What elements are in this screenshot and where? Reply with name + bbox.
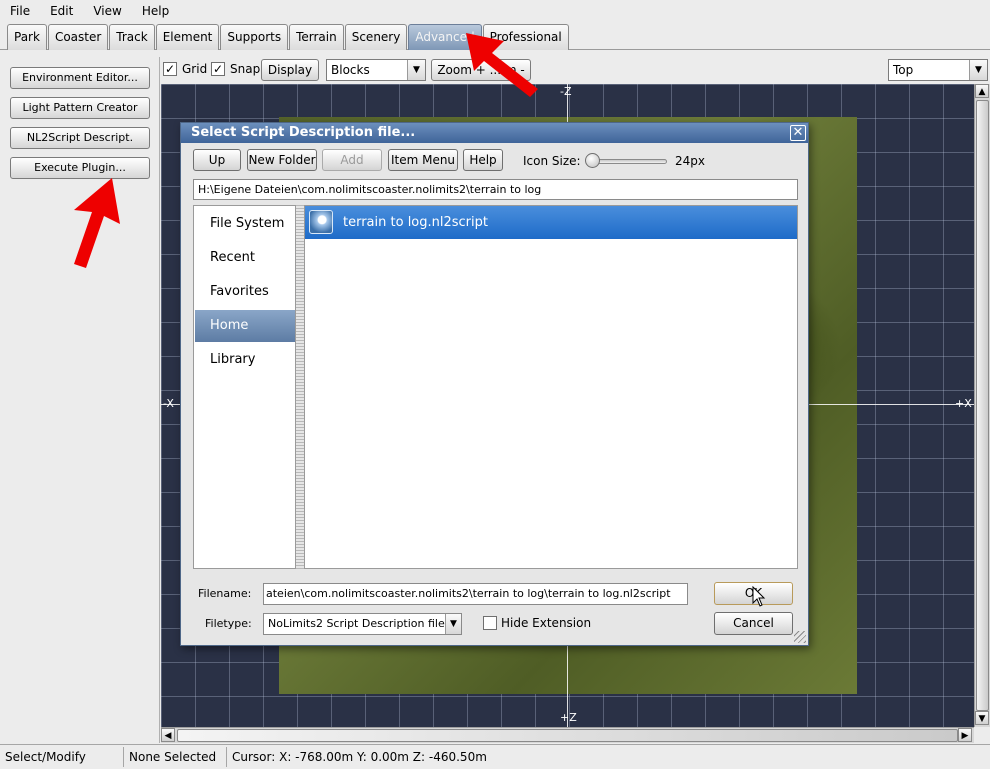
mode-select[interactable]: Blocks ▼ xyxy=(326,59,426,81)
dialog-titlebar[interactable]: Select Script Description file... ✕ xyxy=(181,123,808,143)
close-icon[interactable]: ✕ xyxy=(790,125,806,141)
filename-input[interactable]: ateien\com.nolimitscoaster.nolimits2\ter… xyxy=(263,583,688,605)
advanced-tools-panel: Environment Editor... Light Pattern Crea… xyxy=(0,57,160,743)
filetype-value: NoLimits2 Script Description file xyxy=(268,617,445,630)
icon-size-slider-track[interactable] xyxy=(593,159,667,164)
filetype-label: Filetype: xyxy=(205,617,252,630)
snap-label: Snap xyxy=(230,62,261,76)
scroll-up-icon[interactable]: ▲ xyxy=(975,84,989,98)
icon-size-label: Icon Size: xyxy=(523,154,581,168)
axis-label-right: +X xyxy=(955,397,972,410)
display-button[interactable]: Display xyxy=(261,59,319,81)
horizontal-scroll-thumb[interactable] xyxy=(177,729,958,742)
grid-checkbox[interactable]: ✓ xyxy=(163,62,177,76)
view-toolbar: ✓ Grid ✓ Snap Display Blocks ▼ Zoom + ..… xyxy=(161,57,990,83)
dialog-title: Select Script Description file... xyxy=(191,125,416,140)
place-file-system[interactable]: File System xyxy=(195,208,295,240)
tab-track[interactable]: Track xyxy=(109,24,155,50)
view-select-value: Top xyxy=(893,63,914,77)
file-name: terrain to log.nl2script xyxy=(343,215,488,230)
file-list: terrain to log.nl2script xyxy=(304,205,798,569)
chevron-down-icon: ▼ xyxy=(407,60,425,80)
scroll-left-icon[interactable]: ◀ xyxy=(161,728,175,742)
annotation-arrow-icon xyxy=(74,178,120,268)
tab-supports[interactable]: Supports xyxy=(220,24,289,50)
horizontal-scrollbar[interactable]: ◀ ▶ xyxy=(161,727,974,743)
cancel-button[interactable]: Cancel xyxy=(714,612,793,635)
status-bar: Select/Modify None Selected Cursor: X: -… xyxy=(0,744,990,769)
vertical-scroll-thumb[interactable] xyxy=(976,100,989,711)
menu-help[interactable]: Help xyxy=(132,0,179,22)
mode-select-value: Blocks xyxy=(331,63,370,77)
status-mode: Select/Modify xyxy=(0,747,124,767)
script-file-icon xyxy=(309,210,333,234)
menu-file[interactable]: File xyxy=(0,0,40,22)
hide-extension-label: Hide Extension xyxy=(501,616,592,630)
pane-splitter[interactable] xyxy=(296,205,304,569)
status-cursor: Cursor: X: -768.00m Y: 0.00m Z: -460.50m xyxy=(232,750,487,764)
chevron-down-icon: ▼ xyxy=(445,614,461,634)
tab-park[interactable]: Park xyxy=(7,24,47,50)
light-pattern-creator-button[interactable]: Light Pattern Creator xyxy=(10,97,150,119)
help-button[interactable]: Help xyxy=(463,149,503,171)
place-recent[interactable]: Recent xyxy=(195,242,295,274)
snap-checkbox[interactable]: ✓ xyxy=(211,62,225,76)
axis-label-top: -Z xyxy=(560,85,572,98)
axis-label-bottom: +Z xyxy=(560,711,577,724)
status-selection: None Selected xyxy=(124,747,227,767)
grid-label: Grid xyxy=(182,62,208,76)
place-home[interactable]: Home xyxy=(195,310,295,342)
filename-label: Filename: xyxy=(198,587,252,600)
place-library[interactable]: Library xyxy=(195,344,295,376)
select-script-dialog: Select Script Description file... ✕ Up N… xyxy=(180,122,809,646)
up-button[interactable]: Up xyxy=(193,149,241,171)
environment-editor-button[interactable]: Environment Editor... xyxy=(10,67,150,89)
places-list: File System Recent Favorites Home Librar… xyxy=(193,205,296,569)
filetype-select[interactable]: NoLimits2 Script Description file ▼ xyxy=(263,613,462,635)
menu-view[interactable]: View xyxy=(83,0,131,22)
tab-element[interactable]: Element xyxy=(155,24,220,50)
icon-size-value: 24px xyxy=(675,154,705,168)
item-menu-button[interactable]: Item Menu xyxy=(388,149,458,171)
nl2script-description-button[interactable]: NL2Script Descript. xyxy=(10,127,150,149)
place-favorites[interactable]: Favorites xyxy=(195,276,295,308)
resize-grip[interactable] xyxy=(794,631,806,643)
file-row[interactable]: terrain to log.nl2script xyxy=(305,206,797,239)
new-folder-button[interactable]: New Folder xyxy=(247,149,317,171)
scroll-down-icon[interactable]: ▼ xyxy=(975,711,989,725)
vertical-scrollbar[interactable]: ▲ ▼ xyxy=(974,84,990,727)
annotation-arrow-icon xyxy=(466,33,538,97)
tab-terrain[interactable]: Terrain xyxy=(289,24,344,50)
menu-edit[interactable]: Edit xyxy=(40,0,83,22)
add-button[interactable]: Add xyxy=(322,149,382,171)
chevron-down-icon: ▼ xyxy=(969,60,987,80)
path-field[interactable]: H:\Eigene Dateien\com.nolimitscoaster.no… xyxy=(193,179,798,200)
menubar: File Edit View Help xyxy=(0,0,990,22)
axis-label-left: -X xyxy=(163,397,174,410)
mouse-pointer-icon xyxy=(752,586,766,607)
tab-coaster[interactable]: Coaster xyxy=(47,24,109,50)
tab-scenery[interactable]: Scenery xyxy=(344,24,408,50)
hide-extension-checkbox[interactable] xyxy=(483,616,497,630)
icon-size-slider-knob[interactable] xyxy=(585,153,600,168)
scroll-right-icon[interactable]: ▶ xyxy=(958,728,972,742)
view-select[interactable]: Top ▼ xyxy=(888,59,988,81)
